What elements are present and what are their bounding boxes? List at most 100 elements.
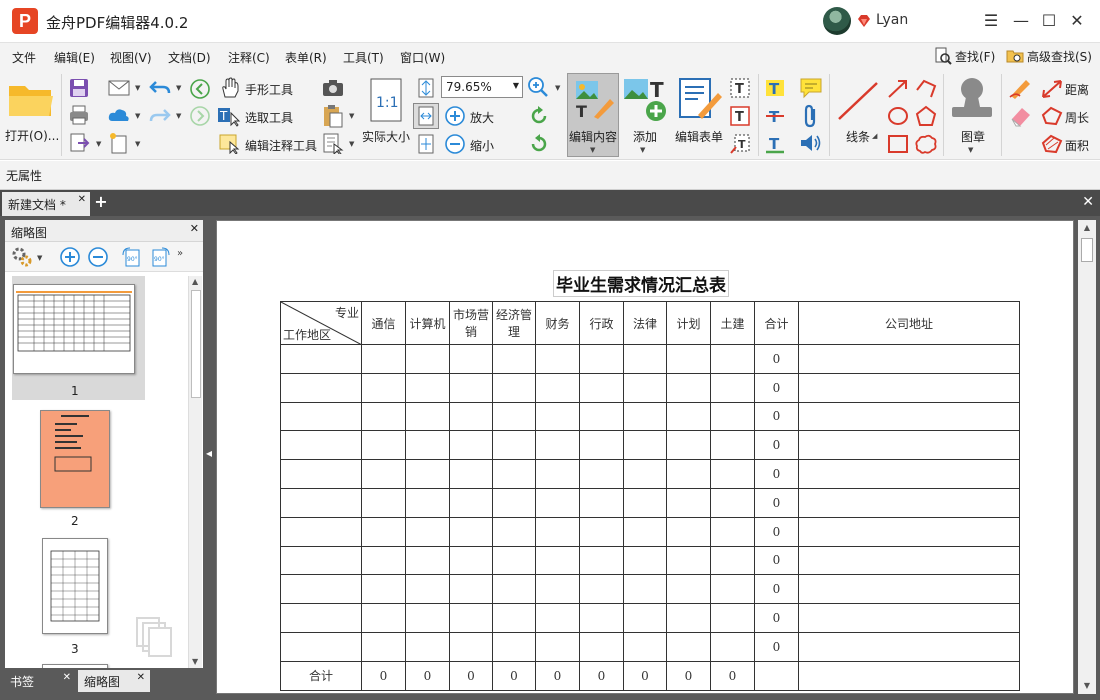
table-cell[interactable] (798, 631, 1020, 662)
menu-document[interactable]: 文档(D) (168, 49, 211, 66)
thumbnail-settings-icon[interactable] (11, 246, 33, 268)
table-cell[interactable]: 0 (754, 516, 799, 547)
menu-icon[interactable]: ☰ (978, 8, 1004, 34)
zoom-in-magnifier-icon[interactable] (527, 76, 549, 98)
rotate-right-90-icon[interactable]: 90° (149, 246, 171, 268)
table-cell[interactable] (666, 545, 711, 576)
column-header[interactable]: 市场营销 (449, 301, 493, 345)
table-cell[interactable] (405, 545, 450, 576)
pencil-tool-icon[interactable] (1008, 77, 1034, 99)
table-cell[interactable] (579, 344, 624, 374)
tab-bookmarks[interactable]: 书签 ✕ (4, 670, 76, 692)
zoom-level-select[interactable]: 79.65% ▼ (441, 76, 523, 98)
column-header[interactable]: 财务 (535, 301, 580, 345)
table-cell[interactable] (579, 372, 624, 403)
text-callout-icon[interactable]: T (729, 133, 751, 155)
table-cell[interactable] (492, 603, 536, 633)
stamp-button[interactable]: 图章 (961, 128, 985, 145)
total-cell[interactable]: 0 (361, 660, 406, 691)
page-thumbnail-3[interactable] (42, 538, 108, 634)
table-cell[interactable] (405, 401, 450, 432)
close-window-button[interactable]: ✕ (1064, 8, 1090, 34)
table-cell[interactable] (710, 430, 755, 461)
table-cell[interactable] (710, 372, 755, 403)
table-cell[interactable] (666, 574, 711, 605)
column-header[interactable]: 土建 (710, 301, 755, 345)
table-cell[interactable] (666, 631, 711, 662)
table-cell[interactable] (449, 487, 493, 518)
table-cell[interactable] (623, 574, 667, 605)
open-folder-icon[interactable] (7, 80, 55, 120)
table-cell[interactable] (579, 487, 624, 518)
table-cell[interactable] (623, 430, 667, 461)
column-header[interactable]: 行政 (579, 301, 624, 345)
table-cell[interactable] (449, 430, 493, 461)
table-cell[interactable] (798, 344, 1020, 374)
export-icon[interactable] (68, 132, 90, 154)
snapshot-icon[interactable] (322, 79, 344, 97)
table-cell[interactable] (579, 459, 624, 489)
total-cell[interactable]: 0 (710, 660, 755, 691)
lines-dropdown-icon[interactable]: ◢ (872, 132, 877, 140)
table-cell[interactable] (535, 516, 580, 547)
rotate-clockwise-icon[interactable] (528, 105, 550, 127)
table-cell[interactable] (361, 574, 406, 605)
table-cell[interactable] (449, 545, 493, 576)
column-header[interactable]: 计划 (666, 301, 711, 345)
table-cell[interactable] (492, 430, 536, 461)
table-cell[interactable] (535, 459, 580, 489)
table-cell[interactable] (280, 487, 362, 518)
table-cell[interactable] (449, 603, 493, 633)
cloud-icon[interactable] (107, 105, 131, 125)
table-cell[interactable] (361, 430, 406, 461)
table-cell[interactable] (405, 516, 450, 547)
column-header[interactable]: 经济管理 (492, 301, 536, 345)
rotate-left-90-icon[interactable]: 90° (121, 246, 143, 268)
table-cell[interactable] (710, 545, 755, 576)
table-cell[interactable] (405, 631, 450, 662)
scroll-up-icon[interactable]: ▲ (1078, 220, 1096, 236)
table-cell[interactable] (361, 516, 406, 547)
total-cell[interactable]: 0 (623, 660, 667, 691)
table-cell[interactable] (579, 603, 624, 633)
table-cell[interactable] (280, 430, 362, 461)
next-view-icon[interactable] (189, 105, 211, 127)
column-header[interactable]: 合计 (754, 301, 799, 345)
table-cell[interactable] (710, 516, 755, 547)
corner-header-cell[interactable]: 专业 工作地区 (280, 301, 362, 345)
text-box-icon[interactable]: T (729, 77, 751, 99)
arrow-tool-icon[interactable] (886, 78, 910, 100)
table-cell[interactable] (666, 516, 711, 547)
table-cell[interactable] (798, 459, 1020, 489)
clipboard-dropdown-icon[interactable]: ▼ (349, 112, 354, 120)
table-cell[interactable] (492, 574, 536, 605)
table-cell[interactable] (579, 430, 624, 461)
lines-button[interactable]: 线条 (846, 128, 870, 145)
table-cell[interactable] (361, 401, 406, 432)
zoom-tool-dropdown-icon[interactable]: ▼ (555, 84, 560, 92)
table-cell[interactable] (535, 545, 580, 576)
table-cell[interactable] (579, 545, 624, 576)
email-icon[interactable] (107, 78, 131, 98)
table-cell[interactable] (666, 459, 711, 489)
highlight-text-icon[interactable]: T (764, 77, 786, 99)
form-tool-icon[interactable] (322, 132, 344, 154)
table-cell[interactable] (449, 631, 493, 662)
table-cell[interactable]: 0 (754, 430, 799, 461)
table-cell[interactable]: 0 (754, 603, 799, 633)
export-dropdown-icon[interactable]: ▼ (96, 140, 101, 148)
actual-size-button[interactable]: 实际大小 (362, 128, 410, 145)
username[interactable]: Lyan (876, 12, 908, 28)
polygon-tool-icon[interactable] (914, 105, 938, 127)
table-cell[interactable] (492, 401, 536, 432)
redo-dropdown-icon[interactable]: ▼ (176, 112, 181, 120)
table-cell[interactable] (492, 459, 536, 489)
table-cell[interactable] (798, 516, 1020, 547)
undo-dropdown-icon[interactable]: ▼ (176, 84, 181, 92)
table-cell[interactable]: 0 (754, 401, 799, 432)
total-cell[interactable]: 0 (535, 660, 580, 691)
hand-tool-button[interactable]: 手形工具 (245, 81, 293, 98)
strikethrough-icon[interactable]: T (764, 105, 786, 127)
underline-icon[interactable]: T (764, 133, 786, 155)
table-cell[interactable] (449, 344, 493, 374)
